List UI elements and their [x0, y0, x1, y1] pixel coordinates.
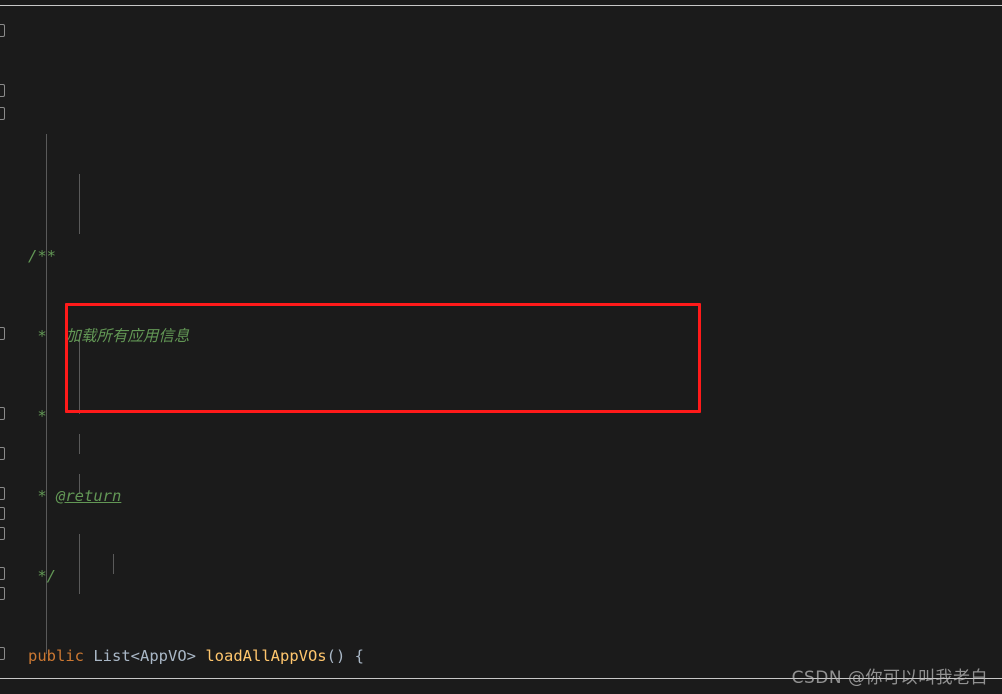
- javadoc-end: */: [28, 567, 56, 585]
- javadoc-return-tag: @return: [56, 487, 122, 505]
- indent-guide: [79, 434, 80, 454]
- code-line[interactable]: *: [0, 406, 1002, 426]
- javadoc-start: /**: [28, 247, 56, 265]
- code-content[interactable]: /** * 加载所有应用信息 * * @return */ public Lis…: [0, 6, 1002, 694]
- code-line[interactable]: * 加载所有应用信息: [0, 326, 1002, 346]
- keyword-public: public: [28, 647, 84, 665]
- indent-guide: [79, 174, 80, 234]
- javadoc-text: *: [28, 487, 56, 505]
- csdn-watermark: CSDN @你可以叫我老白: [791, 668, 988, 688]
- code-line[interactable]: /**: [0, 246, 1002, 266]
- method-name-loadAllAppVOs: loadAllAppVOs: [205, 647, 327, 665]
- code-editor-view: /** * 加载所有应用信息 * * @return */ public Lis…: [0, 0, 1002, 694]
- javadoc-text: *: [28, 407, 47, 425]
- javadoc-text: * 加载所有应用信息: [28, 327, 190, 345]
- code-line[interactable]: */: [0, 566, 1002, 586]
- code-line[interactable]: * @return: [0, 486, 1002, 506]
- indent-guide: [79, 334, 80, 414]
